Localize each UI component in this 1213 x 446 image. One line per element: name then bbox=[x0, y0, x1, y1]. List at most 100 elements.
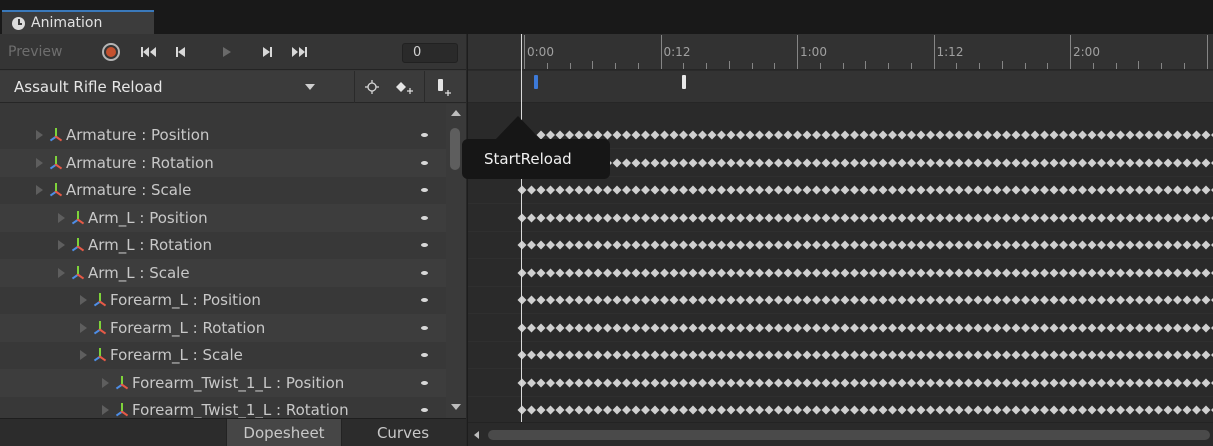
keyframe-diamond[interactable] bbox=[726, 158, 736, 167]
keyframe-diamond[interactable] bbox=[536, 405, 546, 415]
keyframe-diamond[interactable] bbox=[669, 405, 679, 415]
keyframe-diamond[interactable] bbox=[726, 185, 736, 195]
property-options-icon[interactable] bbox=[421, 215, 428, 220]
keyframe-diamond[interactable] bbox=[1125, 295, 1135, 305]
keyframe-diamond[interactable] bbox=[679, 158, 688, 167]
keyframe-diamond[interactable] bbox=[1116, 185, 1125, 195]
keyframe-diamond[interactable] bbox=[650, 185, 660, 195]
keyframe-diamond[interactable] bbox=[555, 350, 565, 360]
keyframe-diamond[interactable] bbox=[1163, 268, 1173, 277]
keyframe-diamond[interactable] bbox=[1030, 158, 1040, 167]
keyframe-diamond[interactable] bbox=[698, 323, 707, 332]
keyframe-diamond[interactable] bbox=[612, 295, 622, 305]
keyframe-diamond[interactable] bbox=[1154, 350, 1163, 360]
keyframe-diamond[interactable] bbox=[812, 268, 821, 277]
keyframe-diamond[interactable] bbox=[926, 185, 935, 195]
keyframe-diamond[interactable] bbox=[1163, 350, 1173, 360]
keyframe-diamond[interactable] bbox=[859, 350, 869, 360]
property-options-icon[interactable] bbox=[421, 353, 428, 357]
keyframe-diamond[interactable] bbox=[907, 295, 916, 305]
keyframe-diamond[interactable] bbox=[603, 378, 612, 387]
keyframe-diamond[interactable] bbox=[973, 323, 983, 332]
keyframe-diamond[interactable] bbox=[1182, 295, 1192, 305]
keyframe-diamond[interactable] bbox=[1021, 185, 1030, 195]
expand-arrow-icon[interactable] bbox=[80, 350, 87, 360]
keyframe-diamond[interactable] bbox=[584, 405, 593, 415]
keyframe-diamond[interactable] bbox=[631, 185, 641, 195]
keyframe-diamond[interactable] bbox=[907, 405, 916, 415]
keyframe-diamond[interactable] bbox=[736, 185, 745, 195]
keyframe-diamond[interactable] bbox=[1030, 268, 1040, 277]
keyframe-diamond[interactable] bbox=[1068, 158, 1078, 167]
keyframe-diamond[interactable] bbox=[745, 130, 755, 140]
keyframe-diamond[interactable] bbox=[612, 405, 622, 415]
keyframe-diamond[interactable] bbox=[840, 130, 850, 140]
keyframe-diamond[interactable] bbox=[1049, 130, 1059, 140]
keyframe-diamond[interactable] bbox=[650, 130, 660, 140]
keyframe-diamond[interactable] bbox=[1097, 405, 1106, 415]
keyframe-diamond[interactable] bbox=[935, 323, 945, 332]
keyframe-diamond[interactable] bbox=[679, 405, 688, 415]
keyframe-diamond[interactable] bbox=[774, 213, 783, 222]
keyframe-diamond[interactable] bbox=[574, 268, 584, 277]
keyframe-diamond[interactable] bbox=[698, 378, 707, 387]
keyframe-diamond[interactable] bbox=[1182, 130, 1192, 140]
keyframe-diamond[interactable] bbox=[850, 130, 859, 140]
keyframe-diamond[interactable] bbox=[612, 350, 622, 360]
keyframe-diamond[interactable] bbox=[565, 268, 574, 277]
keyframe-diamond[interactable] bbox=[1182, 323, 1192, 332]
property-row[interactable]: Arm_L : Scale bbox=[0, 258, 446, 287]
keyframe-diamond[interactable] bbox=[831, 213, 840, 222]
keyframe-diamond[interactable] bbox=[555, 295, 565, 305]
property-options-icon[interactable] bbox=[421, 298, 428, 302]
keyframe-diamond[interactable] bbox=[517, 213, 527, 222]
keyframe-diamond[interactable] bbox=[1106, 405, 1116, 415]
keyframe-diamond[interactable] bbox=[1097, 130, 1106, 140]
keyframe-diamond[interactable] bbox=[1106, 268, 1116, 277]
keyframe-diamond[interactable] bbox=[821, 295, 831, 305]
keyframe-diamond[interactable] bbox=[612, 158, 622, 167]
keyframe-diamond[interactable] bbox=[1011, 405, 1021, 415]
keyframe-diamond[interactable] bbox=[1040, 378, 1049, 387]
keyframe-diamond[interactable] bbox=[992, 295, 1002, 305]
keyframe-diamond[interactable] bbox=[745, 185, 755, 195]
keyframe-diamond[interactable] bbox=[669, 158, 679, 167]
keyframe-diamond[interactable] bbox=[1021, 378, 1030, 387]
keyframe-diamond[interactable] bbox=[973, 405, 983, 415]
keyframe-diamond[interactable] bbox=[935, 185, 945, 195]
keyframe-diamond[interactable] bbox=[755, 350, 764, 360]
keyframe-diamond[interactable] bbox=[726, 268, 736, 277]
keyframe-diamond[interactable] bbox=[612, 130, 622, 140]
keyframe-diamond[interactable] bbox=[1182, 268, 1192, 277]
keyframe-diamond[interactable] bbox=[850, 295, 859, 305]
expand-arrow-icon[interactable] bbox=[58, 240, 65, 250]
keyframe-diamond[interactable] bbox=[1059, 158, 1068, 167]
keyframe-diamond[interactable] bbox=[793, 350, 802, 360]
first-key-button[interactable] bbox=[136, 40, 162, 64]
keyframe-diamond[interactable] bbox=[641, 295, 650, 305]
keyframe-diamond[interactable] bbox=[859, 295, 869, 305]
keyframe-diamond[interactable] bbox=[935, 268, 945, 277]
keyframe-diamond[interactable] bbox=[964, 130, 973, 140]
keyframe-diamond[interactable] bbox=[527, 378, 536, 387]
keyframe-diamond[interactable] bbox=[736, 268, 745, 277]
keyframe-diamond[interactable] bbox=[764, 240, 774, 250]
keyframe-diamond[interactable] bbox=[840, 323, 850, 332]
keyframe-diamond[interactable] bbox=[574, 350, 584, 360]
keyframe-diamond[interactable] bbox=[1040, 350, 1049, 360]
keyframe-diamond[interactable] bbox=[1049, 240, 1059, 250]
keyframe-diamond[interactable] bbox=[688, 213, 698, 222]
keyframe-diamond[interactable] bbox=[745, 158, 755, 167]
keyframe-diamond[interactable] bbox=[755, 158, 764, 167]
keyframe-diamond[interactable] bbox=[1087, 158, 1097, 167]
keyframe-diamond[interactable] bbox=[973, 378, 983, 387]
keyframe-diamond[interactable] bbox=[707, 185, 717, 195]
property-row[interactable]: Armature : Scale bbox=[0, 176, 446, 204]
keyframe-diamond[interactable] bbox=[1049, 213, 1059, 222]
property-row[interactable]: Armature : Position bbox=[0, 121, 446, 149]
keyframe-diamond[interactable] bbox=[536, 268, 546, 277]
keyframe-diamond[interactable] bbox=[783, 240, 793, 250]
keyframe-diamond[interactable] bbox=[812, 240, 821, 250]
preview-button[interactable]: Preview bbox=[2, 38, 69, 66]
keyframe-diamond[interactable] bbox=[973, 268, 983, 277]
